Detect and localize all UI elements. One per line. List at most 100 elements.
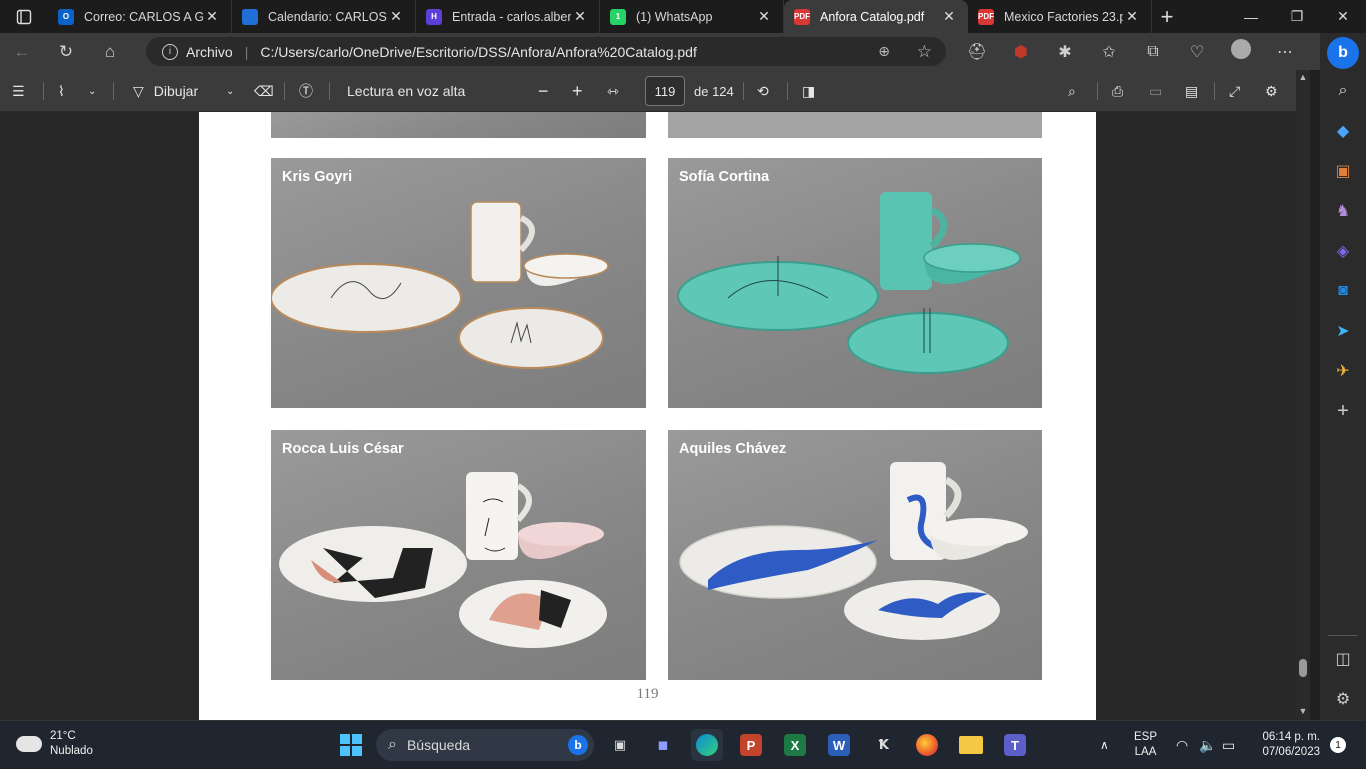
sidebar-travel-icon[interactable]: ✈ <box>1329 357 1357 385</box>
product-photo-aquiles-chavez: Aquiles Chávez <box>668 430 1042 680</box>
find-icon[interactable]: ⌕ <box>1068 70 1076 112</box>
sidebar-search-icon[interactable]: ⌕ <box>1329 77 1357 105</box>
save-as-icon[interactable]: ▤ <box>1185 70 1198 112</box>
battery-icon[interactable]: ▭ <box>1222 721 1235 769</box>
whatsapp-icon: 1 <box>610 8 626 25</box>
sidebar-games-icon[interactable]: ♞ <box>1329 197 1357 225</box>
browser-tab[interactable]: PDF Anfora Catalog.pdf ✕ <box>784 0 968 33</box>
favorite-star-icon[interactable]: ☆ <box>917 42 932 62</box>
highlight-dropdown-icon[interactable]: ⌄ <box>88 70 96 112</box>
scroll-up-icon[interactable]: ▲ <box>1296 72 1310 82</box>
close-tab-icon[interactable]: ✕ <box>203 8 221 25</box>
browser-tab[interactable]: O Correo: CARLOS A GAI ✕ <box>48 0 232 33</box>
vpn-app-icon[interactable]: Ꝁ <box>867 729 899 761</box>
performance-icon[interactable]: ♡ <box>1175 42 1219 62</box>
taskbar-search[interactable]: ⌕ Búsqueda b <box>376 729 594 761</box>
bing-chat-icon[interactable]: b <box>1327 37 1359 69</box>
contents-icon[interactable]: ☰ <box>12 70 25 112</box>
sidebar-shopping-icon[interactable]: ◆ <box>1329 117 1357 145</box>
browser-tab[interactable]: PDF Mexico Factories 23.pc ✕ <box>968 0 1152 33</box>
refresh-icon[interactable]: ↻ <box>44 42 88 62</box>
sidebar-office-icon[interactable]: ◈ <box>1329 237 1357 265</box>
zoom-icon[interactable]: ⊕ <box>878 43 890 60</box>
close-window-icon[interactable]: ✕ <box>1320 0 1366 33</box>
volume-icon[interactable]: 🔈 <box>1199 721 1216 769</box>
product-photo-rocca-luis-cesar: Rocca Luis César <box>271 430 646 680</box>
scrollbar-thumb[interactable] <box>1299 659 1307 677</box>
sidebar-send-icon[interactable]: ➤ <box>1329 317 1357 345</box>
close-tab-icon[interactable]: ✕ <box>755 8 773 25</box>
clock-time: 06:14 p. m. <box>1262 731 1320 743</box>
new-tab-button[interactable]: + <box>1152 0 1182 33</box>
sidebar-settings-icon[interactable]: ⚙ <box>1329 685 1357 713</box>
home-icon[interactable]: ⌂ <box>88 42 132 62</box>
teams-chat-icon[interactable]: ◼ <box>647 729 679 761</box>
notifications-button[interactable]: 1 <box>1330 721 1346 769</box>
edge-taskbar-icon[interactable] <box>691 729 723 761</box>
keyboard-layout: LAA <box>1134 746 1157 758</box>
close-tab-icon[interactable]: ✕ <box>940 8 958 25</box>
file-explorer-icon[interactable] <box>955 729 987 761</box>
restore-icon[interactable]: ❐ <box>1274 0 1320 33</box>
url-text[interactable]: C:/Users/carlo/OneDrive/Escritorio/DSS/A… <box>260 44 697 60</box>
search-label: Búsqueda <box>406 737 471 753</box>
wifi-icon[interactable]: ◠ <box>1176 721 1188 769</box>
word-icon[interactable]: W <box>823 729 855 761</box>
browser-tab[interactable]: 1 (1) WhatsApp ✕ <box>600 0 784 33</box>
extensions-puzzle-icon[interactable]: ✱ <box>1043 42 1087 62</box>
print-icon[interactable]: ⎙ <box>1112 70 1123 112</box>
show-hidden-icons[interactable]: ∧ <box>1100 721 1109 769</box>
firefox-icon[interactable] <box>911 729 943 761</box>
zoom-in-icon[interactable]: + <box>572 70 583 112</box>
clock[interactable]: 06:14 p. m. 07/06/2023 <box>1252 721 1320 769</box>
pdf-settings-icon[interactable]: ⚙ <box>1265 70 1278 112</box>
page-view-icon[interactable]: ◨ <box>802 70 815 112</box>
add-text-icon[interactable]: Ⓣ <box>299 70 313 112</box>
highlight-icon[interactable]: ⌇ <box>58 70 65 112</box>
minimize-icon[interactable]: — <box>1228 0 1274 33</box>
language-indicator[interactable]: ESP LAA <box>1134 721 1157 769</box>
more-menu-icon[interactable]: ⋯ <box>1263 42 1307 62</box>
sidebar-outlook-icon[interactable]: ◙ <box>1329 277 1357 305</box>
zoom-out-icon[interactable]: − <box>538 70 549 112</box>
eraser-icon[interactable]: ⌫ <box>254 70 274 112</box>
extension-ublock-icon[interactable]: ⬢ <box>999 42 1043 62</box>
draw-dropdown-icon[interactable]: ⌄ <box>226 70 234 112</box>
start-button[interactable] <box>335 729 367 761</box>
page-number-input[interactable]: 119 <box>645 76 685 106</box>
close-tab-icon[interactable]: ✕ <box>571 8 589 25</box>
teams-icon[interactable]: T <box>999 729 1031 761</box>
draw-button[interactable]: ▽ Dibujar <box>133 70 198 112</box>
browser-tab[interactable]: H Entrada - carlos.albert ✕ <box>416 0 600 33</box>
sidebar-panel-icon[interactable]: ◫ <box>1329 645 1357 673</box>
weather-widget[interactable]: 21°C Nublado <box>16 729 93 759</box>
extension-helmet-icon[interactable]: ⛑ <box>955 42 999 62</box>
rotate-icon[interactable]: ⟲ <box>757 70 769 112</box>
info-icon[interactable]: i <box>162 43 178 60</box>
fit-width-icon[interactable]: ⇿ <box>607 70 619 112</box>
close-tab-icon[interactable]: ✕ <box>1123 8 1141 25</box>
task-view-icon[interactable]: ▣ <box>604 729 636 761</box>
weather-temperature: 21°C <box>50 730 76 742</box>
scroll-down-icon[interactable]: ▼ <box>1296 706 1310 716</box>
sidebar-tools-icon[interactable]: ▣ <box>1329 157 1357 185</box>
close-tab-icon[interactable]: ✕ <box>387 8 405 25</box>
browser-tab[interactable]: Calendario: CARLOS A ✕ <box>232 0 416 33</box>
pdf-viewport[interactable]: Kris Goyri Sofía Cortina Rocca Luis Césa… <box>0 112 1296 720</box>
sidebar-add-icon[interactable]: + <box>1329 397 1357 425</box>
address-bar[interactable]: i Archivo | C:/Users/carlo/OneDrive/Escr… <box>146 37 946 66</box>
profile-avatar-icon[interactable] <box>1219 39 1263 64</box>
vertical-scrollbar[interactable]: ▲ ▼ <box>1296 70 1310 720</box>
tab-title: Mexico Factories 23.pc <box>1004 9 1123 24</box>
toolbar-separator <box>743 82 744 100</box>
favorites-icon[interactable]: ✩ <box>1087 42 1131 62</box>
tab-actions-button[interactable] <box>0 0 48 33</box>
back-icon[interactable]: ← <box>0 42 44 62</box>
excel-icon[interactable]: X <box>779 729 811 761</box>
powerpoint-icon[interactable]: P <box>735 729 767 761</box>
pdf-page: Kris Goyri Sofía Cortina Rocca Luis Césa… <box>199 112 1096 720</box>
fullscreen-icon[interactable]: ⤢ <box>1229 70 1240 112</box>
read-aloud-button[interactable]: Lectura en voz alta <box>347 70 465 112</box>
collections-icon[interactable]: ⧉ <box>1131 43 1175 61</box>
save-icon[interactable]: ▭ <box>1149 70 1162 112</box>
